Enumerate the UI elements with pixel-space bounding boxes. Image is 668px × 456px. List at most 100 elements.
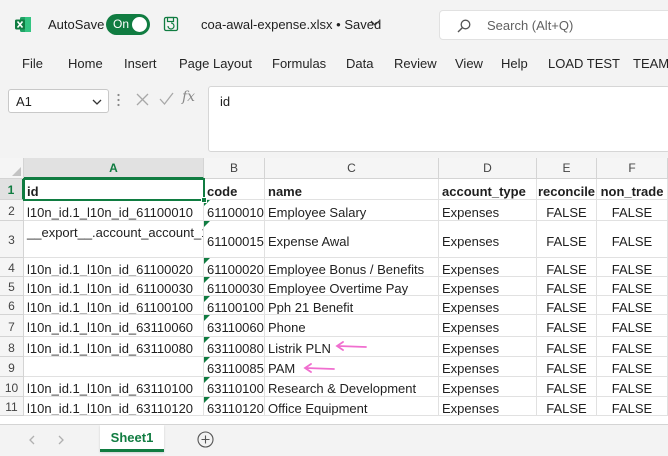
chevron-down-icon[interactable] bbox=[92, 98, 102, 106]
file-name[interactable]: coa-awal-expense.xlsx • Saved bbox=[201, 17, 381, 32]
cell-c1[interactable]: name bbox=[265, 179, 439, 200]
cell-b4[interactable]: 61100020 bbox=[204, 258, 265, 277]
tab-insert[interactable]: Insert bbox=[124, 56, 157, 71]
add-sheet-icon[interactable] bbox=[197, 431, 214, 448]
cell-e3[interactable]: FALSE bbox=[537, 221, 597, 258]
column-header-b[interactable]: B bbox=[204, 158, 265, 179]
row-header-8[interactable]: 8 bbox=[0, 337, 24, 357]
cell-c6[interactable]: Pph 21 Benefit bbox=[265, 296, 439, 315]
cell-b10[interactable]: 63110100 bbox=[204, 377, 265, 397]
cell-d5[interactable]: Expenses bbox=[439, 277, 537, 296]
cell-f4[interactable]: FALSE bbox=[597, 258, 668, 277]
cancel-icon[interactable] bbox=[136, 93, 149, 106]
cell-c11[interactable]: Office Equipment bbox=[265, 397, 439, 416]
column-header-c[interactable]: C bbox=[265, 158, 439, 179]
cell-b3[interactable]: 61100015 bbox=[204, 221, 265, 258]
column-header-f[interactable]: F bbox=[597, 158, 668, 179]
cell-d10[interactable]: Expenses bbox=[439, 377, 537, 397]
tab-file[interactable]: File bbox=[22, 56, 43, 71]
cell-a5[interactable]: l10n_id.1_l10n_id_61100030 bbox=[24, 277, 204, 296]
more-options-icon[interactable] bbox=[117, 93, 120, 107]
cell-d7[interactable]: Expenses bbox=[439, 315, 537, 337]
cell-b8[interactable]: 63110080 bbox=[204, 337, 265, 357]
cell-b1[interactable]: code bbox=[204, 179, 265, 200]
cell-b6[interactable]: 61100100 bbox=[204, 296, 265, 315]
save-icon[interactable] bbox=[163, 16, 179, 32]
cell-e2[interactable]: FALSE bbox=[537, 200, 597, 221]
cell-e11[interactable]: FALSE bbox=[537, 397, 597, 416]
search-input[interactable]: Search (Alt+Q) bbox=[439, 10, 668, 40]
cell-a10[interactable]: l10n_id.1_l10n_id_63110100 bbox=[24, 377, 204, 397]
cell-c5[interactable]: Employee Overtime Pay bbox=[265, 277, 439, 296]
cell-c3[interactable]: Expense Awal bbox=[265, 221, 439, 258]
row-header-5[interactable]: 5 bbox=[0, 277, 24, 296]
tab-home[interactable]: Home bbox=[68, 56, 103, 71]
cell-b2[interactable]: 61100010 bbox=[204, 200, 265, 221]
cell-b5[interactable]: 61100030 bbox=[204, 277, 265, 296]
cell-e9[interactable]: FALSE bbox=[537, 357, 597, 377]
row-header-2[interactable]: 2 bbox=[0, 200, 24, 221]
formula-input[interactable]: id bbox=[208, 86, 668, 152]
cell-e8[interactable]: FALSE bbox=[537, 337, 597, 357]
tab-load-test[interactable]: LOAD TEST bbox=[548, 56, 620, 71]
cell-f5[interactable]: FALSE bbox=[597, 277, 668, 296]
cell-c10[interactable]: Research & Development bbox=[265, 377, 439, 397]
cell-f9[interactable]: FALSE bbox=[597, 357, 668, 377]
tab-formulas[interactable]: Formulas bbox=[272, 56, 326, 71]
sheet-tab-sheet1[interactable]: Sheet1 bbox=[100, 425, 164, 452]
cell-c7[interactable]: Phone bbox=[265, 315, 439, 337]
tab-page-layout[interactable]: Page Layout bbox=[179, 56, 252, 71]
cell-d1[interactable]: account_type bbox=[439, 179, 537, 200]
cell-a2[interactable]: l10n_id.1_l10n_id_61100010 bbox=[24, 200, 204, 221]
row-header-3[interactable]: 3 bbox=[0, 221, 24, 258]
check-icon[interactable] bbox=[159, 92, 174, 106]
row-header-9[interactable]: 9 bbox=[0, 357, 24, 377]
tab-team[interactable]: TEAM bbox=[633, 56, 668, 71]
cell-c2[interactable]: Employee Salary bbox=[265, 200, 439, 221]
cell-d3[interactable]: Expenses bbox=[439, 221, 537, 258]
row-header-7[interactable]: 7 bbox=[0, 315, 24, 337]
worksheet-grid[interactable]: A B C D E F 1 id code name account_type reconcile no… bbox=[0, 158, 668, 424]
cell-b7[interactable]: 63110060 bbox=[204, 315, 265, 337]
insert-function-icon[interactable]: fx bbox=[182, 89, 195, 105]
cell-c4[interactable]: Employee Bonus / Benefits bbox=[265, 258, 439, 277]
cell-a3[interactable]: __export__.account_account_119_4a1b4ccd bbox=[24, 221, 204, 258]
cell-e10[interactable]: FALSE bbox=[537, 377, 597, 397]
row-header-1[interactable]: 1 bbox=[0, 179, 24, 200]
cell-a1[interactable]: id bbox=[24, 179, 204, 200]
cell-d6[interactable]: Expenses bbox=[439, 296, 537, 315]
cell-a6[interactable]: l10n_id.1_l10n_id_61100100 bbox=[24, 296, 204, 315]
chevron-down-icon[interactable] bbox=[370, 19, 380, 27]
cell-e6[interactable]: FALSE bbox=[537, 296, 597, 315]
cell-c9[interactable]: PAM bbox=[265, 357, 439, 377]
cell-f11[interactable]: FALSE bbox=[597, 397, 668, 416]
cell-e5[interactable]: FALSE bbox=[537, 277, 597, 296]
autosave-toggle[interactable]: On bbox=[106, 14, 150, 35]
chevron-right-icon[interactable] bbox=[57, 435, 65, 445]
cell-e1[interactable]: reconcile bbox=[537, 179, 597, 200]
column-header-a[interactable]: A bbox=[24, 158, 204, 179]
cell-d9[interactable]: Expenses bbox=[439, 357, 537, 377]
select-all-button[interactable] bbox=[0, 158, 24, 179]
tab-review[interactable]: Review bbox=[394, 56, 437, 71]
cell-f2[interactable]: FALSE bbox=[597, 200, 668, 221]
cell-b9[interactable]: 63110085 bbox=[204, 357, 265, 377]
cell-f10[interactable]: FALSE bbox=[597, 377, 668, 397]
cell-a4[interactable]: l10n_id.1_l10n_id_61100020 bbox=[24, 258, 204, 277]
cell-f3[interactable]: FALSE bbox=[597, 221, 668, 258]
column-header-e[interactable]: E bbox=[537, 158, 597, 179]
column-header-d[interactable]: D bbox=[439, 158, 537, 179]
tab-view[interactable]: View bbox=[455, 56, 483, 71]
row-header-10[interactable]: 10 bbox=[0, 377, 24, 397]
cell-a8[interactable]: l10n_id.1_l10n_id_63110080 bbox=[24, 337, 204, 357]
chevron-left-icon[interactable] bbox=[28, 435, 36, 445]
cell-f6[interactable]: FALSE bbox=[597, 296, 668, 315]
row-header-11[interactable]: 11 bbox=[0, 397, 24, 416]
row-header-4[interactable]: 4 bbox=[0, 258, 24, 277]
cell-d2[interactable]: Expenses bbox=[439, 200, 537, 221]
cell-e4[interactable]: FALSE bbox=[537, 258, 597, 277]
cell-f8[interactable]: FALSE bbox=[597, 337, 668, 357]
cell-f1[interactable]: non_trade bbox=[597, 179, 668, 200]
cell-a9[interactable] bbox=[24, 357, 204, 377]
fill-handle[interactable] bbox=[201, 197, 207, 203]
